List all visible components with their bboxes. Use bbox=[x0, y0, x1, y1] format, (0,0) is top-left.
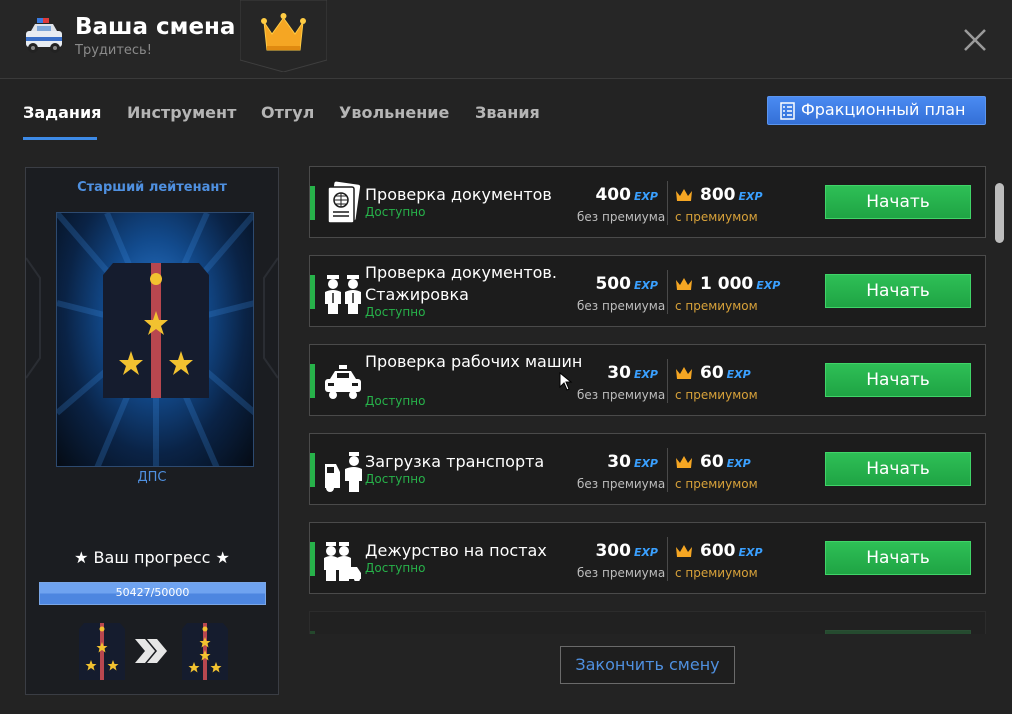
task-row-partial bbox=[309, 611, 986, 634]
task-name: Проверка документов bbox=[365, 185, 552, 204]
rank-card bbox=[56, 212, 254, 467]
progress-text: 50427/50000 bbox=[115, 586, 190, 599]
active-tab-underline bbox=[23, 137, 97, 140]
start-button[interactable]: Начать bbox=[825, 363, 971, 397]
next-rank-epaulet-icon bbox=[182, 623, 228, 680]
crown-icon bbox=[676, 367, 692, 379]
exp-base-value: 400 EXP bbox=[595, 185, 658, 205]
rank-title: Старший лейтенант bbox=[77, 180, 227, 195]
task-status: Доступно bbox=[365, 305, 426, 319]
task-row: Проверка документов Доступно 400 EXP без … bbox=[309, 166, 986, 238]
exp-base-value: 500 EXP bbox=[595, 274, 658, 294]
available-indicator bbox=[310, 364, 315, 398]
exp-premium-value: 60 EXP bbox=[700, 452, 751, 472]
task-name: Проверка документов. Стажировка bbox=[365, 263, 557, 304]
tab-day-off[interactable]: Отгул bbox=[261, 100, 314, 140]
start-button[interactable]: Начать bbox=[825, 185, 971, 219]
task-row: Проверка документов. Стажировка Доступно… bbox=[309, 255, 986, 327]
close-icon[interactable] bbox=[960, 25, 990, 55]
tab-resignation[interactable]: Увольнение bbox=[339, 100, 449, 140]
double-chevron-right-icon bbox=[135, 639, 167, 663]
premium-crown-tab[interactable] bbox=[240, 0, 327, 72]
police-car-icon bbox=[26, 18, 62, 53]
department-label: ДПС bbox=[137, 470, 167, 485]
window-title: Ваша смена bbox=[75, 14, 236, 40]
exp-premium-label: с премиумом bbox=[675, 566, 758, 580]
divider bbox=[667, 181, 668, 225]
exp-premium-label: с премиумом bbox=[675, 299, 758, 313]
available-indicator bbox=[310, 453, 315, 487]
exp-base-label: без премиума bbox=[577, 388, 666, 402]
crown-icon bbox=[676, 278, 692, 290]
exp-premium-label: с премиумом bbox=[675, 210, 758, 224]
exp-premium-label: с премиумом bbox=[675, 477, 758, 491]
task-status: Доступно bbox=[365, 205, 426, 219]
exp-base-value: 30 EXP bbox=[607, 363, 658, 383]
exp-base-label: без премиума bbox=[577, 566, 666, 580]
window-subtitle: Трудитесь! bbox=[75, 43, 152, 58]
scrollbar-thumb[interactable] bbox=[995, 183, 1004, 243]
task-name: Загрузка транспорта bbox=[365, 452, 545, 471]
crown-icon bbox=[676, 189, 692, 201]
task-status: Доступно bbox=[365, 472, 426, 486]
task-status: Доступно bbox=[365, 394, 426, 408]
progress-label: ★ Ваш прогресс ★ bbox=[74, 548, 230, 567]
exp-premium-label: с премиумом bbox=[675, 388, 758, 402]
exp-base-label: без премиума bbox=[577, 477, 666, 491]
tab-tools[interactable]: Инструмент bbox=[127, 100, 236, 140]
exp-base-value: 300 EXP bbox=[595, 541, 658, 561]
police-car-icon bbox=[325, 365, 361, 399]
exp-base-label: без премиума bbox=[577, 299, 666, 313]
passport-icon bbox=[327, 181, 361, 224]
faction-plan-button[interactable]: Фракционный план bbox=[767, 96, 986, 125]
patrol-icon bbox=[324, 542, 361, 581]
epaulet-icon bbox=[103, 263, 209, 398]
task-name: Проверка рабочих машин bbox=[365, 352, 583, 371]
mouse-cursor-icon bbox=[559, 372, 573, 391]
exp-premium-value: 1 000 EXP bbox=[700, 274, 781, 294]
divider bbox=[667, 270, 668, 314]
task-row: Дежурство на постах Доступно 300 EXP без … bbox=[309, 522, 986, 594]
divider bbox=[667, 359, 668, 403]
exp-premium-value: 600 EXP bbox=[700, 541, 763, 561]
progress-bar: 50427/50000 bbox=[39, 582, 266, 605]
tow-icon bbox=[325, 452, 362, 492]
divider bbox=[667, 537, 668, 581]
available-indicator bbox=[310, 542, 315, 576]
available-indicator bbox=[310, 631, 315, 634]
end-shift-button[interactable]: Закончить смену bbox=[560, 646, 735, 684]
tab-tasks[interactable]: Задания bbox=[23, 100, 101, 140]
tab-ranks[interactable]: Звания bbox=[475, 100, 540, 140]
start-button[interactable]: Начать bbox=[825, 274, 971, 308]
officers-icon bbox=[325, 275, 361, 314]
start-button[interactable]: Начать bbox=[825, 452, 971, 486]
exp-base-value: 30 EXP bbox=[607, 452, 658, 472]
exp-premium-value: 800 EXP bbox=[700, 185, 763, 205]
exp-premium-value: 60 EXP bbox=[700, 363, 751, 383]
task-row: Проверка рабочих машин Доступно 30 EXP бе… bbox=[309, 344, 986, 416]
start-button[interactable]: Начать bbox=[825, 541, 971, 575]
start-button[interactable] bbox=[825, 630, 971, 634]
faction-plan-label: Фракционный план bbox=[801, 100, 966, 119]
divider bbox=[667, 448, 668, 492]
available-indicator bbox=[310, 186, 315, 220]
task-list: Проверка документов Доступно 400 EXP без … bbox=[309, 166, 986, 634]
rank-panel: Старший лейтенант ДПС ★ Ваш прогресс ★ 5… bbox=[25, 167, 279, 695]
crown-icon bbox=[676, 456, 692, 468]
exp-base-label: без премиума bbox=[577, 210, 666, 224]
task-row: Загрузка транспорта Доступно 30 EXP без п… bbox=[309, 433, 986, 505]
header: Ваша смена Трудитесь! bbox=[0, 0, 1012, 79]
task-status: Доступно bbox=[365, 561, 426, 575]
available-indicator bbox=[310, 275, 315, 309]
checklist-icon bbox=[780, 102, 795, 120]
crown-icon bbox=[676, 545, 692, 557]
current-rank-epaulet-icon bbox=[79, 623, 125, 680]
task-name: Дежурство на постах bbox=[365, 541, 547, 560]
